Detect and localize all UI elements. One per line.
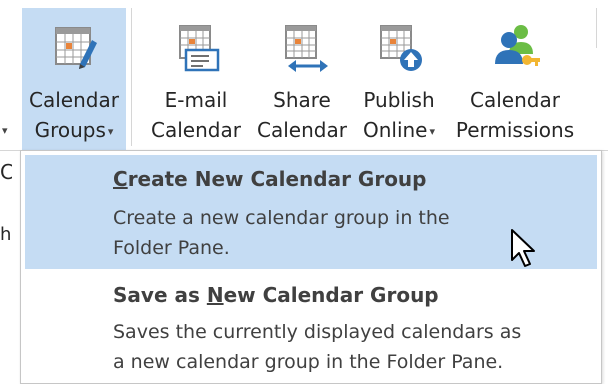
ribbon-separator [131,8,132,146]
calendar-groups-label-2: Groups ▾ [22,118,126,142]
publish-online-label-2-text: Online [362,118,428,142]
left-edge-text-2: hi [0,224,10,245]
description-line-2: a new calendar group in the Folder Pane. [113,351,504,373]
publish-online-button[interactable]: Publish Online ▾ [354,8,444,150]
description-line-1: Create a new calendar group in the [113,207,450,229]
chevron-down-icon: ▾ [107,125,114,138]
description-line-2: Folder Pane. [113,237,230,259]
title-rest: reate New Calendar Group [127,167,427,191]
share-calendar-label-2: Calendar [257,118,347,142]
share-calendar-label-1: Share [273,88,331,112]
menu-item-description: Saves the currently displayed calendars … [113,317,521,377]
title-rest: ew Calendar Group [223,283,439,307]
share-calendar-button[interactable]: Share Calendar [252,8,352,150]
calendar-groups-button[interactable]: Calendar Groups ▾ [22,8,126,150]
chevron-down-icon: ▾ [429,125,436,138]
menu-item-save-as-new-calendar-group[interactable]: Save as New Calendar Group Saves the cur… [21,273,601,383]
menu-item-title: Save as New Calendar Group [113,283,439,307]
calendar-share-icon [285,25,328,72]
calendar-pencil-icon [55,27,97,69]
calendar-permissions-button[interactable]: Calendar Permissions [448,8,582,150]
calendar-groups-label-1: Calendar [29,88,119,112]
description-line-1: Saves the currently displayed calendars … [113,321,522,343]
left-edge-caret: ▾ [0,117,8,141]
email-calendar-label-2: Calendar [151,118,241,142]
menu-item-description: Create a new calendar group in the Folde… [113,203,450,263]
accelerator-key: C [113,167,128,191]
calendar-permissions-label-2: Permissions [455,118,575,142]
publish-online-label-2: Online ▾ [354,118,444,142]
outlook-ribbon-screenshot: ▾ C hi Calendar Groups▾ [0,0,608,384]
ribbon-separator-right [596,8,597,48]
email-calendar-button[interactable]: E-mail Calendar [144,8,248,150]
calendar-envelope-icon [179,25,220,72]
email-calendar-label-1: E-mail [164,88,228,112]
title-prefix: Save as [113,283,207,307]
calendar-groups-label-2-text: Groups [34,118,106,142]
calendar-permissions-label-1: Calendar [470,88,560,112]
menu-item-title: Create New Calendar Group [113,167,427,191]
calendar-upload-icon [380,25,422,71]
users-key-icon [495,25,540,66]
left-caret-glyph: ▾ [2,124,8,137]
left-edge-text-1: C [0,160,12,184]
publish-online-label-1: Publish [363,88,435,112]
mouse-pointer-icon [511,229,535,267]
accelerator-key: N [206,283,224,307]
